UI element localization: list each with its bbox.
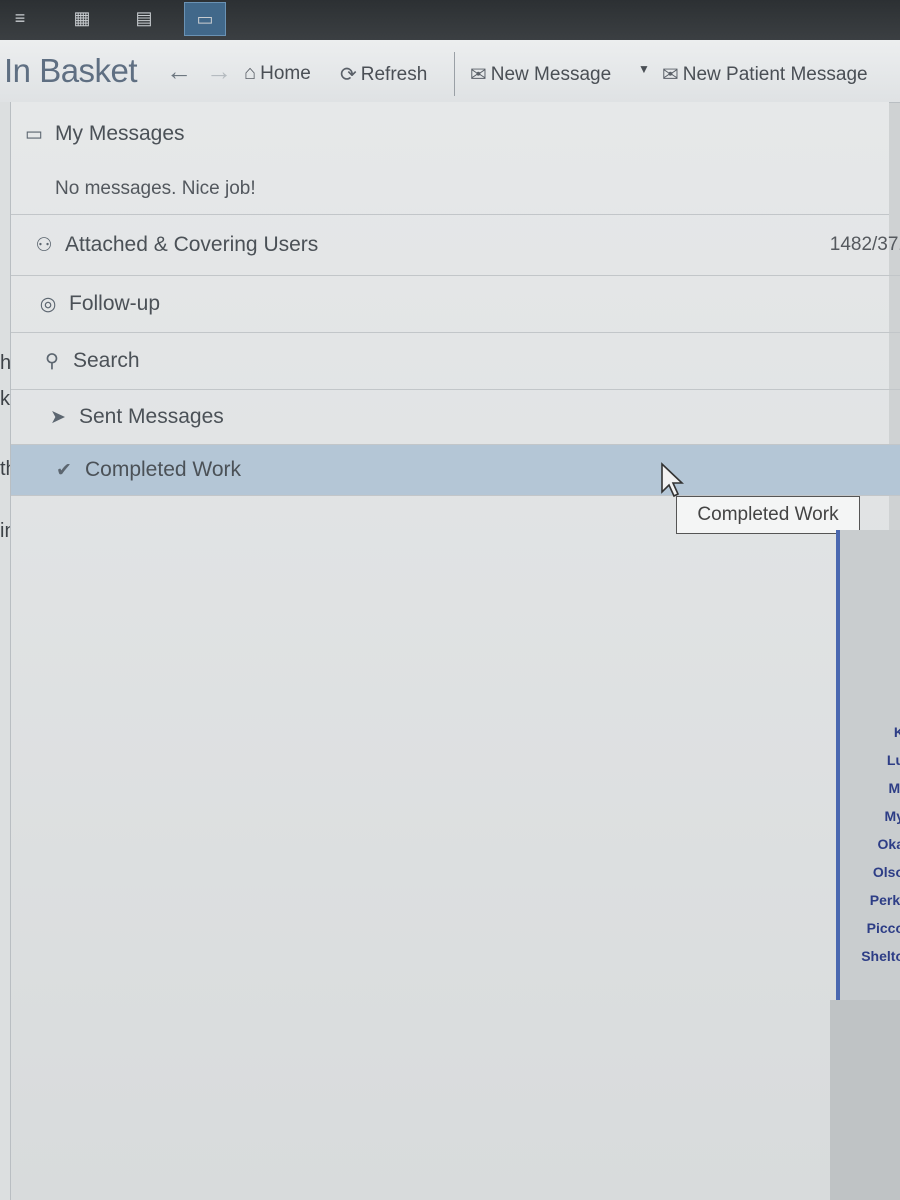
- tooltip: Completed Work: [676, 496, 860, 534]
- inbox-icon: ▭: [25, 123, 43, 145]
- folder-label: Follow-up: [69, 292, 161, 315]
- mouse-cursor-icon: [661, 462, 684, 498]
- users-icon: ⚇: [35, 234, 53, 256]
- list-item[interactable]: Mi: [888, 780, 900, 796]
- folder-sent-messages[interactable]: ➤ Sent Messages: [11, 390, 900, 445]
- folder-my-messages[interactable]: ▭ My Messages No messages. Nice job!: [11, 102, 889, 215]
- refresh-label: Refresh: [360, 63, 428, 85]
- folder-label: Sent Messages: [79, 405, 224, 428]
- checkmark-icon: ✔: [56, 459, 72, 481]
- patient-list-sliver: K Lu Mi My Oka Olso Perki Picco Shelto: [836, 530, 900, 1000]
- search-icon: ⚲: [45, 350, 59, 372]
- list-item[interactable]: K: [894, 724, 900, 740]
- folder-panel: ▭ My Messages No messages. Nice job! ⚇ A…: [10, 102, 900, 1200]
- new-patient-message-label: New Patient Message: [682, 63, 868, 85]
- in-basket-icon[interactable]: ▭: [184, 2, 226, 36]
- page-title: In Basket: [4, 52, 138, 89]
- send-icon: ➤: [50, 406, 66, 428]
- folder-completed-work[interactable]: ✔ Completed Work: [11, 445, 900, 496]
- right-panel-footer: [830, 1000, 900, 1200]
- folder-search[interactable]: ⚲ Search: [11, 333, 900, 390]
- refresh-icon: ⟳: [340, 64, 357, 86]
- app-icon-bar: ≡ ▦ ▤ ▭: [0, 0, 900, 40]
- list-item[interactable]: Picco: [867, 920, 900, 936]
- list-item[interactable]: Perki: [870, 892, 900, 908]
- follow-up-icon: ◎: [39, 293, 57, 315]
- folder-follow-up[interactable]: ◎ Follow-up: [11, 276, 900, 333]
- new-message-button[interactable]: ✉ New Message: [470, 62, 611, 87]
- list-item[interactable]: Lu: [887, 752, 900, 768]
- new-message-label: New Message: [490, 63, 612, 85]
- list-item[interactable]: Oka: [878, 836, 900, 852]
- refresh-button[interactable]: ⟳ Refresh: [340, 62, 427, 87]
- new-message-icon: ✉: [470, 64, 487, 86]
- calendar-icon[interactable]: ▦: [62, 2, 102, 34]
- chart-icon[interactable]: ▤: [124, 2, 164, 34]
- toolbar-separator: [454, 52, 455, 96]
- forward-arrow-icon[interactable]: →: [206, 56, 232, 87]
- folder-label: Completed Work: [85, 458, 242, 481]
- folder-attached-covering-users[interactable]: ⚇ Attached & Covering Users 1482/371: [11, 215, 900, 276]
- home-button[interactable]: ⌂ Home: [244, 62, 311, 85]
- empty-messages-text: No messages. Nice job!: [55, 178, 256, 199]
- folder-label: Attached & Covering Users: [65, 233, 319, 256]
- new-patient-message-button[interactable]: ✉ New Patient Message: [662, 62, 868, 87]
- patient-message-icon: ✉: [662, 64, 679, 86]
- list-item[interactable]: Olso: [873, 864, 900, 880]
- home-label: Home: [260, 62, 311, 84]
- back-arrow-icon[interactable]: ←: [166, 56, 192, 87]
- folder-label: My Messages: [55, 122, 185, 145]
- new-message-dropdown[interactable]: ▼: [638, 62, 650, 76]
- list-icon[interactable]: ≡: [0, 2, 40, 34]
- list-item[interactable]: My: [885, 808, 900, 824]
- message-count: 1482/371: [829, 234, 900, 255]
- folder-label: Search: [73, 349, 140, 372]
- list-item[interactable]: Shelto: [861, 948, 900, 964]
- home-icon: ⌂: [244, 62, 257, 84]
- in-basket-toolbar: In Basket ← → ⌂ Home ⟳ Refresh ✉ New Mes…: [0, 40, 900, 103]
